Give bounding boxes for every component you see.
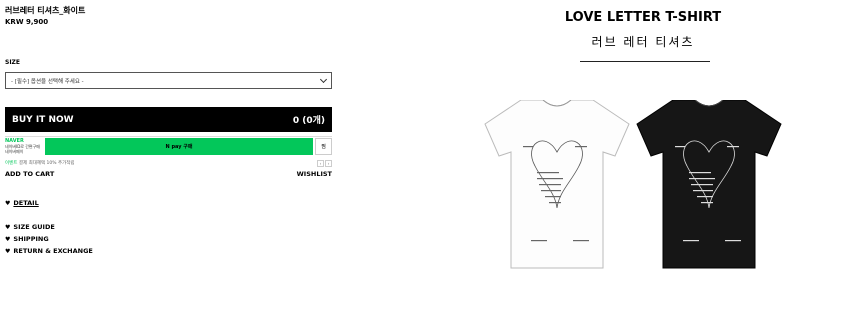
heart-icon: ♥: [5, 235, 11, 243]
buy-now-button[interactable]: BUY IT NOW 0 (0개): [5, 107, 332, 132]
size-label: SIZE: [5, 59, 21, 66]
size-select[interactable]: - [필수] 옵션을 선택해 주세요 -: [5, 72, 332, 89]
add-to-cart-button[interactable]: ADD TO CART: [5, 170, 54, 178]
naver-pay-info: NAVER 네이버ID로 간편구매 네이버페이: [5, 138, 45, 155]
white-tshirt: [484, 100, 630, 269]
buy-now-label: BUY IT NOW: [12, 114, 74, 125]
buy-count: 0 (0개): [292, 116, 325, 126]
detail-link[interactable]: ♥ DETAIL: [5, 197, 332, 209]
hero-title: LOVE LETTER T-SHIRT: [564, 10, 722, 25]
cart-row: ADD TO CART WISHLIST: [5, 170, 332, 178]
heart-icon: ♥: [5, 247, 11, 255]
naver-wish-button[interactable]: 찜: [315, 137, 332, 155]
tshirt-product-image: [484, 100, 782, 269]
black-tshirt: [636, 100, 782, 269]
heart-icon: ♥: [5, 223, 11, 231]
chevron-left-icon[interactable]: ‹: [317, 160, 324, 167]
chevron-right-icon[interactable]: ›: [325, 160, 332, 167]
naver-pay-button[interactable]: N pay 구매: [45, 137, 313, 155]
note-arrows: ‹ ›: [316, 160, 332, 167]
shipping-label: SHIPPING: [13, 235, 49, 243]
heart-icon: ♥: [5, 199, 11, 207]
info-links: ♥ DETAIL ♥ SIZE GUIDE ♥ SHIPPING ♥ RETURN & …: [5, 197, 332, 257]
shipping-link[interactable]: ♥ SHIPPING: [5, 233, 332, 245]
return-link[interactable]: ♥ RETURN & EXCHANGE: [5, 245, 332, 257]
naver-pay-note: 이벤트 결제 최대혜택 10% 추가적립 ‹ ›: [5, 160, 332, 167]
naver-note-text: 결제 최대혜택 10% 추가적립: [18, 161, 75, 166]
size-guide-link[interactable]: ♥ SIZE GUIDE: [5, 221, 332, 233]
naver-pay-row: NAVER 네이버ID로 간편구매 네이버페이 N pay 구매 찜: [5, 136, 332, 155]
naver-line2: 네이버페이: [5, 149, 24, 154]
hero-subtitle: 러브 레터 티셔츠: [591, 35, 695, 49]
product-price: KRW 9,900: [5, 18, 49, 26]
size-select-placeholder: - [필수] 옵션을 선택해 주세요 -: [11, 78, 84, 85]
chevron-down-icon: [319, 75, 328, 84]
divider: [580, 61, 710, 62]
detail-label: DETAIL: [13, 199, 39, 207]
naver-note-brand: 이벤트: [5, 161, 18, 166]
size-guide-label: SIZE GUIDE: [13, 223, 55, 231]
wishlist-button[interactable]: WISHLIST: [297, 170, 332, 178]
product-name: 러브레터 티셔츠_화이트: [5, 6, 86, 15]
return-label: RETURN & EXCHANGE: [13, 247, 93, 255]
product-options-panel: 러브레터 티셔츠_화이트 KRW 9,900 SIZE - [필수] 옵션을 선…: [5, 6, 332, 257]
